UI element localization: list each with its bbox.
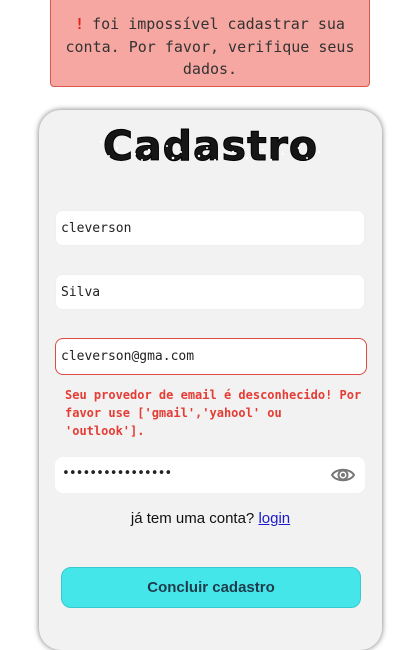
submit-button[interactable]: Concluir cadastro (61, 567, 361, 608)
last-name-input[interactable] (55, 274, 365, 310)
login-prompt: já tem uma conta? (130, 510, 255, 527)
alert-exclamation-icon: ! (75, 15, 85, 33)
password-field[interactable]: •••••••••••••••• (55, 457, 365, 493)
page-title: Cadastro (102, 122, 319, 171)
error-alert: ! foi impossível cadastrar sua conta. Por… (50, 0, 370, 87)
login-prompt-line: já tem uma conta? login (39, 510, 382, 527)
eye-icon[interactable] (330, 462, 356, 488)
password-value: •••••••••••••••• (62, 466, 172, 481)
email-input[interactable] (55, 338, 367, 375)
alert-message: foi impossível cadastrar sua conta. Por … (65, 15, 355, 78)
signup-card: Cadastro Seu provedor de email é desconh… (39, 110, 382, 650)
email-error-message: Seu provedor de email é desconhecido! Po… (65, 388, 362, 438)
login-link[interactable]: login (258, 510, 290, 527)
first-name-input[interactable] (55, 210, 365, 246)
